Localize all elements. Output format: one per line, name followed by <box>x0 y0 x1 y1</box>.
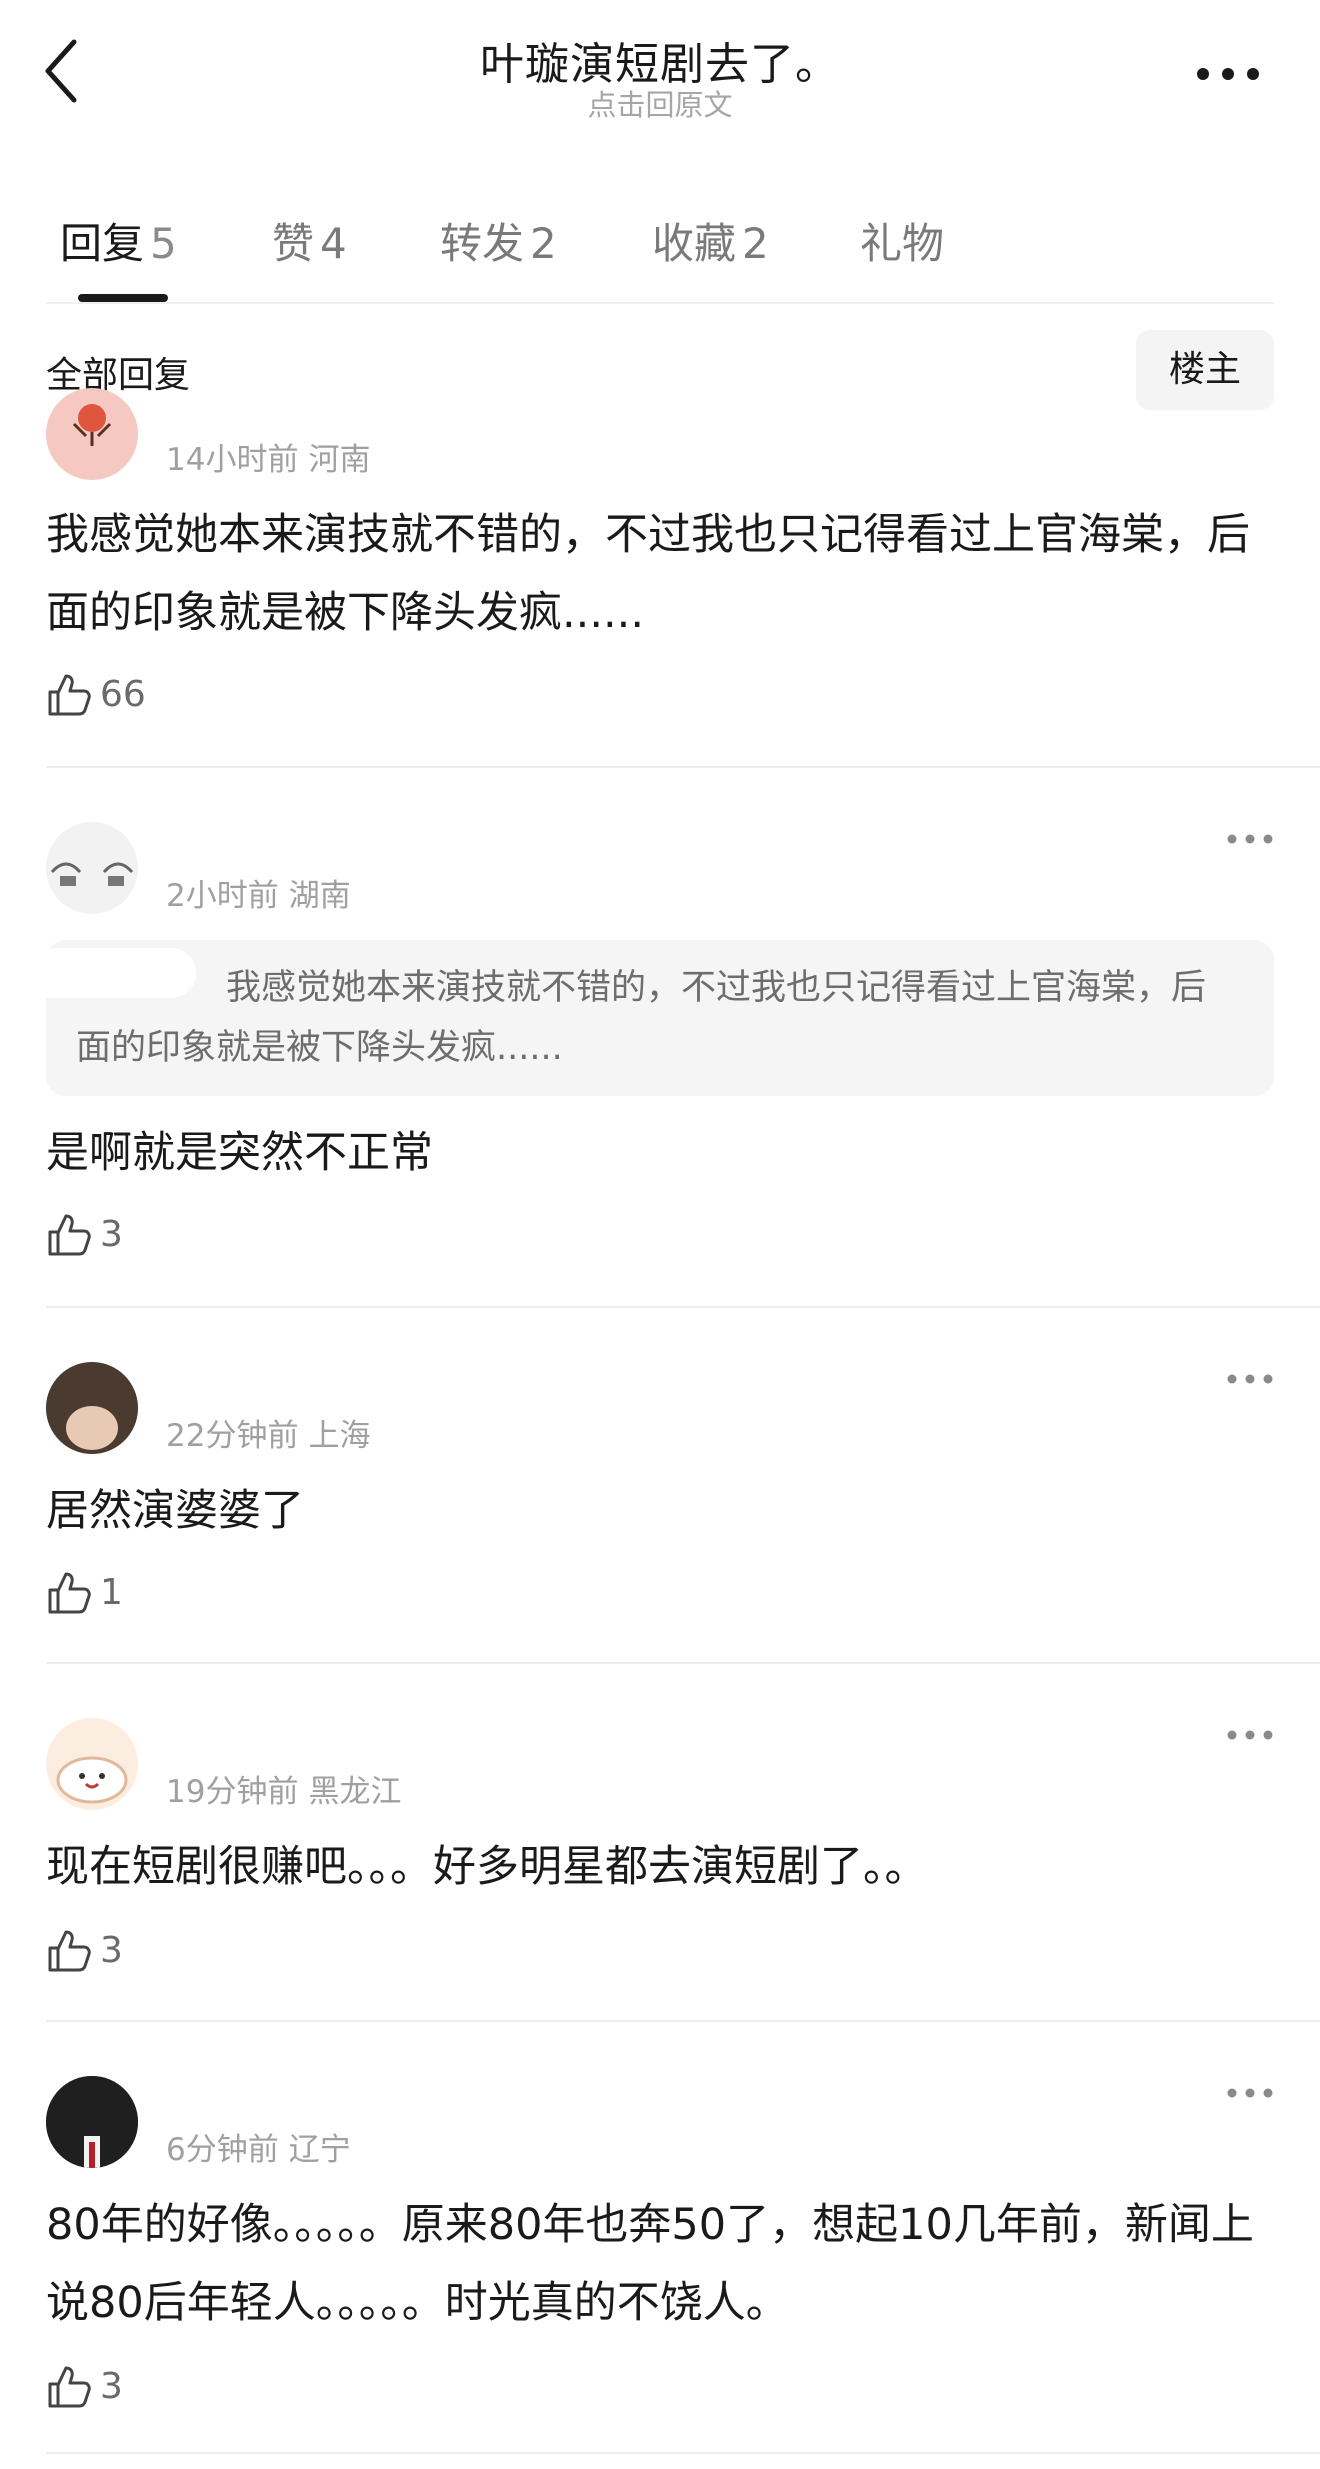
comment-divider <box>46 1662 1320 1664</box>
op-filter-button[interactable]: 楼主 <box>1136 330 1274 410</box>
comment-divider <box>46 2020 1320 2022</box>
more-horizontal-icon <box>1227 1730 1273 1740</box>
comment-text: 是啊就是突然不正常 <box>46 1128 433 1178</box>
tab-reposts[interactable]: 转发 2 <box>440 210 557 271</box>
tab-label: 回复 <box>60 219 145 268</box>
comment-region: 河南 <box>308 442 371 478</box>
comment-more-button[interactable] <box>1226 1370 1274 1384</box>
thumbs-up-icon <box>48 1930 91 1972</box>
tab-label: 赞 <box>272 219 315 268</box>
thumbs-up-icon <box>48 1214 91 1256</box>
avatar-image <box>56 1756 128 1804</box>
comment-meta: 14小时前 河南 <box>166 434 370 479</box>
comment-more-button[interactable] <box>1226 830 1274 844</box>
avatar-image <box>72 404 112 446</box>
comment-meta: 19分钟前 黑龙江 <box>166 1766 401 1811</box>
comment-region: 上海 <box>308 1418 371 1454</box>
quoted-text: 我感觉她本来演技就不错的，不过我也只记得看过上官海棠，后面的印象就是被下降头发疯… <box>76 968 1207 1068</box>
comment-text: 现在短剧很赚吧。。。好多明星都去演短剧了。。 <box>46 1842 928 1892</box>
more-horizontal-icon <box>1227 834 1273 844</box>
more-horizontal-icon <box>1227 1374 1273 1384</box>
comment-time: 22分钟前 <box>166 1418 299 1454</box>
more-horizontal-icon <box>1197 68 1259 80</box>
thumbs-up-icon <box>48 674 91 716</box>
comment-text: 我感觉她本来演技就不错的，不过我也只记得看过上官海棠，后面的印象就是被下降头发疯… <box>46 510 1250 638</box>
comment-more-button[interactable] <box>1226 2084 1274 2098</box>
comment-region: 黑龙江 <box>308 1774 402 1810</box>
comment-region: 辽宁 <box>288 2132 351 2168</box>
avatar[interactable] <box>46 1362 138 1454</box>
thumbs-up-icon <box>48 2366 91 2408</box>
comment-more-button[interactable] <box>1226 1726 1274 1740</box>
comment-divider <box>46 766 1320 768</box>
comment-meta: 6分钟前 辽宁 <box>166 2124 351 2169</box>
more-horizontal-icon <box>1227 2088 1273 2098</box>
tab-divider <box>46 302 1274 304</box>
like-count: 3 <box>100 1930 123 1971</box>
avatar-image <box>46 2076 138 2168</box>
comment-region: 湖南 <box>288 878 351 914</box>
avatar-image <box>46 1362 138 1454</box>
avatar-image <box>50 862 134 886</box>
tab-count: 5 <box>150 219 177 268</box>
like-count: 3 <box>100 1214 123 1255</box>
more-options-button[interactable] <box>1196 66 1260 80</box>
comment-time: 2小时前 <box>166 878 279 914</box>
comment-time: 6分钟前 <box>166 2132 279 2168</box>
active-tab-indicator <box>78 294 168 302</box>
tab-favorites[interactable]: 收藏 2 <box>652 210 769 271</box>
tab-label: 转发 <box>440 219 525 268</box>
tab-label: 礼物 <box>860 219 945 268</box>
tab-likes[interactable]: 赞4 <box>272 210 347 271</box>
avatar[interactable] <box>46 1718 138 1810</box>
comment-meta: 2小时前 湖南 <box>166 870 351 915</box>
section-title: 全部回复 <box>46 355 191 396</box>
tab-count: 2 <box>530 219 557 268</box>
like-count: 66 <box>100 674 146 715</box>
comment-meta: 22分钟前 上海 <box>166 1410 370 1455</box>
comment-time: 19分钟前 <box>166 1774 299 1810</box>
thumbs-up-icon <box>48 1572 91 1614</box>
avatar[interactable] <box>46 822 138 914</box>
tab-label: 收藏 <box>652 219 737 268</box>
comment-time: 14小时前 <box>166 442 299 478</box>
comment-text: 80年的好像。。。。。原来80年也奔50了，想起10几年前，新闻上说80后年轻人… <box>46 2200 1254 2328</box>
avatar[interactable] <box>46 2076 138 2168</box>
like-count: 3 <box>100 2366 123 2407</box>
like-count: 1 <box>100 1572 123 1613</box>
comment-divider <box>46 1306 1320 1308</box>
quoted-reply[interactable]: 我感觉她本来演技就不错的，不过我也只记得看过上官海棠，后面的印象就是被下降头发疯… <box>46 940 1274 1096</box>
tab-gifts[interactable]: 礼物 <box>860 210 944 271</box>
avatar[interactable] <box>46 388 138 480</box>
comment-text: 居然演婆婆了 <box>46 1486 304 1536</box>
comment-divider <box>46 2452 1320 2454</box>
tab-count: 2 <box>742 219 769 268</box>
back-to-original-link[interactable]: 点击回原文 <box>0 82 1320 124</box>
tab-replies[interactable]: 回复 5 <box>60 210 177 271</box>
tab-count: 4 <box>320 219 347 268</box>
